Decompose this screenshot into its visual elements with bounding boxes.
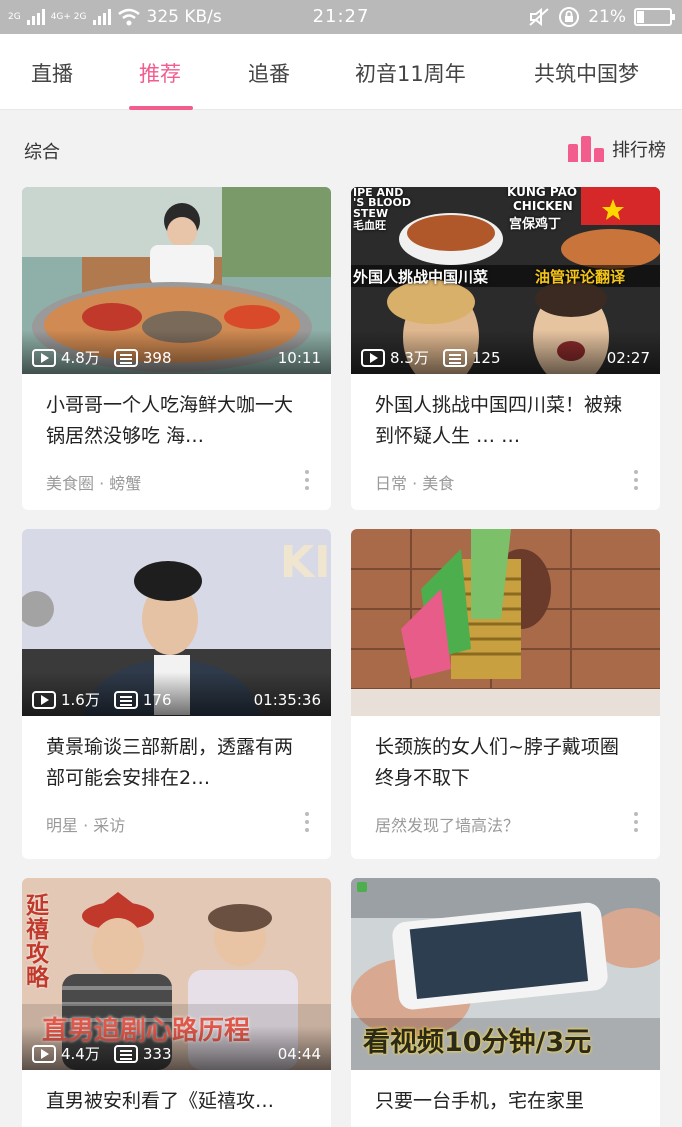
video-card[interactable]: 延禧攻略 直男追剧心路历程 4.4万 333 04:44 直男被安利看了《延禧攻… — [22, 878, 331, 1127]
danmaku-count: 125 — [471, 348, 501, 367]
battery-fill — [637, 11, 645, 23]
thumb-banner-highlight: 油管评论翻译 — [535, 268, 626, 286]
video-thumbnail[interactable]: KI 1.6万 176 01:35:36 — [22, 529, 331, 716]
ranking-icon — [568, 136, 604, 162]
more-options-icon[interactable] — [305, 812, 309, 836]
video-card[interactable]: 长颈族的女人们~脖子戴项圈终身不取下 居然发现了墙高法？ — [351, 529, 660, 859]
video-duration: 04:44 — [277, 1044, 321, 1063]
tab-anime[interactable]: 追番 — [248, 58, 290, 88]
play-count-icon — [32, 690, 56, 709]
video-tag-row: 居然发现了墙高法？ — [351, 800, 660, 852]
video-tag[interactable]: 明星 · 采访 — [46, 812, 125, 836]
section-header: 综合 排行榜 — [0, 136, 682, 166]
video-tag[interactable]: 居然发现了墙高法？ — [375, 812, 519, 836]
video-stats: 1.6万 176 01:35:36 — [32, 689, 321, 710]
danmaku-icon — [113, 1044, 138, 1063]
status-bar: 2G 4G+ 2G 325 KB/s 21:27 21% — [0, 0, 682, 34]
video-duration: 01:35:36 — [253, 690, 321, 709]
rotation-lock-icon — [559, 7, 580, 27]
battery-icon — [634, 8, 675, 26]
video-thumbnail[interactable]: 延禧攻略 直男追剧心路历程 4.4万 333 04:44 — [22, 878, 331, 1070]
thumb-text: 毛血旺 — [353, 219, 386, 232]
thumb-text: CHICKEN — [513, 199, 573, 213]
danmaku-count: 333 — [142, 1044, 172, 1063]
more-options-icon[interactable] — [634, 812, 638, 836]
more-options-icon[interactable] — [634, 470, 638, 494]
video-tag[interactable]: 日常 · 美食 — [375, 470, 454, 494]
play-count: 1.6万 — [61, 691, 100, 709]
video-title[interactable]: 只要一台手机，宅在家里 — [351, 1070, 660, 1127]
video-title[interactable]: 黄景瑜谈三部新剧，透露有两部可能会安排在2… — [22, 716, 331, 800]
channel-tabs: 直播 推荐 追番 初音11周年 共筑中国梦 — [0, 34, 682, 110]
video-stats: 4.8万 398 10:11 — [32, 347, 321, 368]
video-title[interactable]: 直男被安利看了《延禧攻… — [22, 1070, 331, 1127]
play-count: 8.3万 — [390, 349, 429, 367]
battery-percent: 21% — [588, 7, 626, 27]
video-title[interactable]: 外国人挑战中国四川菜！被辣到怀疑人生 … … — [351, 374, 660, 458]
play-count-icon — [32, 1044, 56, 1063]
danmaku-icon — [113, 690, 138, 709]
thumb-caption: 看视频10分钟/3元 — [363, 1027, 592, 1058]
mute-icon — [529, 7, 549, 27]
video-tag-row: 明星 · 采访 — [22, 800, 331, 852]
video-stats: 8.3万 125 02:27 — [361, 347, 650, 368]
danmaku-icon — [113, 348, 138, 367]
long-neck-thumbnail-image — [351, 529, 660, 716]
video-tag-row: 美食圈 · 螃蟹 — [22, 458, 331, 510]
video-title[interactable]: 长颈族的女人们~脖子戴项圈终身不取下 — [351, 716, 660, 800]
tab-live[interactable]: 直播 — [31, 58, 73, 88]
thumb-banner: 外国人挑战中国川菜 — [353, 268, 489, 286]
video-duration: 10:11 — [277, 348, 321, 367]
play-count: 4.8万 — [61, 349, 100, 367]
video-thumbnail[interactable] — [351, 529, 660, 716]
more-options-icon[interactable] — [305, 470, 309, 494]
active-tab-indicator — [129, 106, 193, 110]
section-title: 综合 — [24, 142, 60, 163]
video-title[interactable]: 小哥哥一个人吃海鲜大咖一大锅居然没够吃 海… — [22, 374, 331, 458]
video-card[interactable]: 看视频10分钟/3元 只要一台手机，宅在家里 — [351, 878, 660, 1127]
video-stats: 4.4万 333 04:44 — [32, 1043, 321, 1064]
video-thumbnail[interactable]: 看视频10分钟/3元 — [351, 878, 660, 1070]
ranking-button[interactable]: 排行榜 — [568, 136, 666, 162]
video-duration: 02:27 — [606, 348, 650, 367]
danmaku-icon — [442, 348, 467, 367]
tab-china-dream[interactable]: 共筑中国梦 — [534, 58, 639, 88]
video-tag[interactable]: 美食圈 · 螃蟹 — [46, 470, 141, 494]
play-count-icon — [361, 348, 385, 367]
video-tag-row: 日常 · 美食 — [351, 458, 660, 510]
video-card[interactable]: 4.8万 398 10:11 小哥哥一个人吃海鲜大咖一大锅居然没够吃 海… 美食… — [22, 187, 331, 510]
danmaku-count: 176 — [142, 690, 172, 709]
thumb-logo: KI — [280, 537, 331, 588]
tab-miku-anniversary[interactable]: 初音11周年 — [355, 58, 466, 88]
video-card[interactable]: IPE AND 'S BLOOD STEW 毛血旺 KUNG PAO CHICK… — [351, 187, 660, 510]
danmaku-count: 398 — [142, 348, 172, 367]
status-right: 21% — [528, 6, 675, 28]
ranking-label: 排行榜 — [612, 140, 666, 161]
play-count: 4.4万 — [61, 1045, 100, 1063]
tab-recommend[interactable]: 推荐 — [139, 58, 181, 88]
video-thumbnail[interactable]: 4.8万 398 10:11 — [22, 187, 331, 374]
video-thumbnail[interactable]: IPE AND 'S BLOOD STEW 毛血旺 KUNG PAO CHICK… — [351, 187, 660, 374]
thumb-text: KUNG PAO — [507, 187, 578, 199]
play-count-icon — [32, 348, 56, 367]
thumb-side-title: 延禧攻略 — [26, 893, 49, 991]
thumb-text: 宫保鸡丁 — [509, 217, 562, 232]
video-card[interactable]: KI 1.6万 176 01:35:36 黄景瑜谈三部新剧，透露有两部可能会安排… — [22, 529, 331, 859]
